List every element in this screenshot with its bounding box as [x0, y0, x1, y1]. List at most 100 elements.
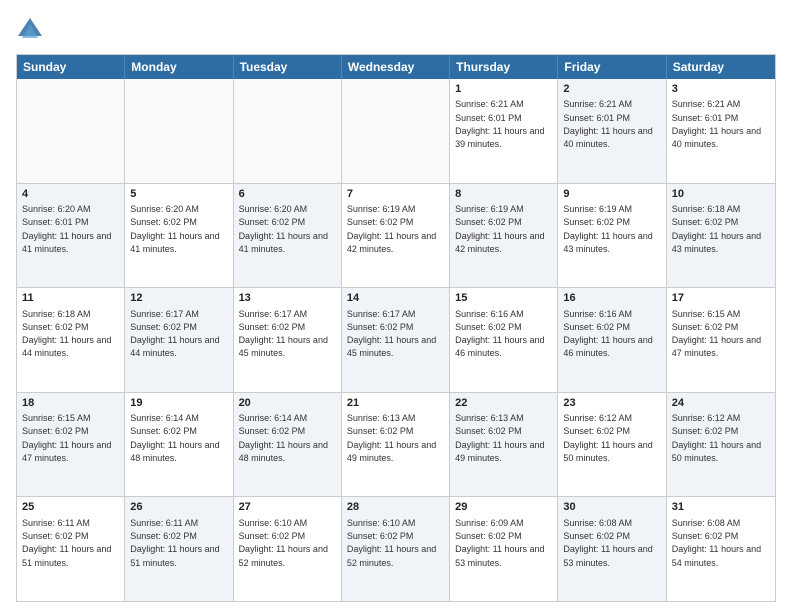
day-number: 14 — [347, 291, 444, 306]
cal-cell-0-2 — [234, 79, 342, 183]
cal-cell-3-4: 22 Sunrise: 6:13 AM Sunset: 6:02 PM Dayli… — [450, 393, 558, 497]
cell-info: Sunrise: 6:15 AM Sunset: 6:02 PM Dayligh… — [22, 413, 111, 463]
calendar: SundayMondayTuesdayWednesdayThursdayFrid… — [16, 54, 776, 602]
cell-info: Sunrise: 6:21 AM Sunset: 6:01 PM Dayligh… — [455, 99, 544, 149]
day-number: 24 — [672, 396, 770, 411]
cell-info: Sunrise: 6:21 AM Sunset: 6:01 PM Dayligh… — [563, 99, 652, 149]
cell-info: Sunrise: 6:13 AM Sunset: 6:02 PM Dayligh… — [455, 413, 544, 463]
cal-cell-1-4: 8 Sunrise: 6:19 AM Sunset: 6:02 PM Daylig… — [450, 184, 558, 288]
calendar-header: SundayMondayTuesdayWednesdayThursdayFrid… — [17, 55, 775, 79]
cal-cell-1-1: 5 Sunrise: 6:20 AM Sunset: 6:02 PM Daylig… — [125, 184, 233, 288]
cal-cell-1-5: 9 Sunrise: 6:19 AM Sunset: 6:02 PM Daylig… — [558, 184, 666, 288]
cal-cell-4-1: 26 Sunrise: 6:11 AM Sunset: 6:02 PM Dayli… — [125, 497, 233, 601]
cal-cell-3-3: 21Sunrise: 6:13 AM Sunset: 6:02 PM Dayli… — [342, 393, 450, 497]
day-number: 20 — [239, 396, 336, 411]
cell-info: Sunrise: 6:12 AM Sunset: 6:02 PM Dayligh… — [672, 413, 761, 463]
cal-cell-2-0: 11Sunrise: 6:18 AM Sunset: 6:02 PM Dayli… — [17, 288, 125, 392]
cal-cell-1-0: 4 Sunrise: 6:20 AM Sunset: 6:01 PM Daylig… — [17, 184, 125, 288]
cal-cell-0-4: 1 Sunrise: 6:21 AM Sunset: 6:01 PM Daylig… — [450, 79, 558, 183]
cal-cell-2-1: 12 Sunrise: 6:17 AM Sunset: 6:02 PM Dayli… — [125, 288, 233, 392]
day-number: 27 — [239, 500, 336, 515]
calendar-body: 1 Sunrise: 6:21 AM Sunset: 6:01 PM Daylig… — [17, 79, 775, 601]
cell-info: Sunrise: 6:16 AM Sunset: 6:02 PM Dayligh… — [455, 309, 544, 359]
header-day-tuesday: Tuesday — [234, 55, 342, 79]
day-number: 13 — [239, 291, 336, 306]
cell-info: Sunrise: 6:19 AM Sunset: 6:02 PM Dayligh… — [455, 204, 544, 254]
cell-info: Sunrise: 6:17 AM Sunset: 6:02 PM Dayligh… — [347, 309, 436, 359]
cal-cell-1-6: 10 Sunrise: 6:18 AM Sunset: 6:02 PM Dayli… — [667, 184, 775, 288]
cell-info: Sunrise: 6:20 AM Sunset: 6:02 PM Dayligh… — [239, 204, 328, 254]
logo-icon — [16, 16, 44, 44]
cal-cell-0-3 — [342, 79, 450, 183]
cell-info: Sunrise: 6:12 AM Sunset: 6:02 PM Dayligh… — [563, 413, 652, 463]
day-number: 2 — [563, 82, 660, 97]
cell-info: Sunrise: 6:10 AM Sunset: 6:02 PM Dayligh… — [347, 518, 436, 568]
header-day-monday: Monday — [125, 55, 233, 79]
cal-cell-4-5: 30 Sunrise: 6:08 AM Sunset: 6:02 PM Dayli… — [558, 497, 666, 601]
day-number: 23 — [563, 396, 660, 411]
cell-info: Sunrise: 6:15 AM Sunset: 6:02 PM Dayligh… — [672, 309, 761, 359]
cal-cell-0-0 — [17, 79, 125, 183]
header-day-friday: Friday — [558, 55, 666, 79]
day-number: 7 — [347, 187, 444, 202]
day-number: 19 — [130, 396, 227, 411]
cell-info: Sunrise: 6:21 AM Sunset: 6:01 PM Dayligh… — [672, 99, 761, 149]
day-number: 22 — [455, 396, 552, 411]
day-number: 25 — [22, 500, 119, 515]
cal-cell-3-6: 24 Sunrise: 6:12 AM Sunset: 6:02 PM Dayli… — [667, 393, 775, 497]
cell-info: Sunrise: 6:08 AM Sunset: 6:02 PM Dayligh… — [563, 518, 652, 568]
cal-cell-3-5: 23 Sunrise: 6:12 AM Sunset: 6:02 PM Dayli… — [558, 393, 666, 497]
cal-cell-1-3: 7 Sunrise: 6:19 AM Sunset: 6:02 PM Daylig… — [342, 184, 450, 288]
page: SundayMondayTuesdayWednesdayThursdayFrid… — [0, 0, 792, 612]
day-number: 3 — [672, 82, 770, 97]
cal-cell-4-4: 29Sunrise: 6:09 AM Sunset: 6:02 PM Dayli… — [450, 497, 558, 601]
cell-info: Sunrise: 6:14 AM Sunset: 6:02 PM Dayligh… — [130, 413, 219, 463]
cell-info: Sunrise: 6:17 AM Sunset: 6:02 PM Dayligh… — [130, 309, 219, 359]
day-number: 31 — [672, 500, 770, 515]
header-day-wednesday: Wednesday — [342, 55, 450, 79]
cal-cell-3-0: 18 Sunrise: 6:15 AM Sunset: 6:02 PM Dayli… — [17, 393, 125, 497]
day-number: 10 — [672, 187, 770, 202]
cal-cell-3-1: 19 Sunrise: 6:14 AM Sunset: 6:02 PM Dayli… — [125, 393, 233, 497]
cell-info: Sunrise: 6:20 AM Sunset: 6:02 PM Dayligh… — [130, 204, 219, 254]
day-number: 26 — [130, 500, 227, 515]
cal-cell-2-4: 15 Sunrise: 6:16 AM Sunset: 6:02 PM Dayli… — [450, 288, 558, 392]
day-number: 28 — [347, 500, 444, 515]
day-number: 9 — [563, 187, 660, 202]
cell-info: Sunrise: 6:08 AM Sunset: 6:02 PM Dayligh… — [672, 518, 761, 568]
cal-cell-0-5: 2 Sunrise: 6:21 AM Sunset: 6:01 PM Daylig… — [558, 79, 666, 183]
logo — [16, 16, 48, 44]
cal-cell-3-2: 20 Sunrise: 6:14 AM Sunset: 6:02 PM Dayli… — [234, 393, 342, 497]
cell-info: Sunrise: 6:16 AM Sunset: 6:02 PM Dayligh… — [563, 309, 652, 359]
day-number: 11 — [22, 291, 119, 306]
day-number: 5 — [130, 187, 227, 202]
cal-cell-2-6: 17 Sunrise: 6:15 AM Sunset: 6:02 PM Dayli… — [667, 288, 775, 392]
cell-info: Sunrise: 6:17 AM Sunset: 6:02 PM Dayligh… — [239, 309, 328, 359]
cell-info: Sunrise: 6:19 AM Sunset: 6:02 PM Dayligh… — [347, 204, 436, 254]
day-number: 30 — [563, 500, 660, 515]
header-day-saturday: Saturday — [667, 55, 775, 79]
cell-info: Sunrise: 6:14 AM Sunset: 6:02 PM Dayligh… — [239, 413, 328, 463]
cell-info: Sunrise: 6:19 AM Sunset: 6:02 PM Dayligh… — [563, 204, 652, 254]
day-number: 16 — [563, 291, 660, 306]
day-number: 17 — [672, 291, 770, 306]
cell-info: Sunrise: 6:18 AM Sunset: 6:02 PM Dayligh… — [672, 204, 761, 254]
cal-cell-4-6: 31 Sunrise: 6:08 AM Sunset: 6:02 PM Dayli… — [667, 497, 775, 601]
cell-info: Sunrise: 6:20 AM Sunset: 6:01 PM Dayligh… — [22, 204, 111, 254]
day-number: 4 — [22, 187, 119, 202]
day-number: 8 — [455, 187, 552, 202]
week-row-2: 11Sunrise: 6:18 AM Sunset: 6:02 PM Dayli… — [17, 287, 775, 392]
day-number: 1 — [455, 82, 552, 97]
day-number: 18 — [22, 396, 119, 411]
day-number: 15 — [455, 291, 552, 306]
week-row-1: 4 Sunrise: 6:20 AM Sunset: 6:01 PM Daylig… — [17, 183, 775, 288]
header-day-thursday: Thursday — [450, 55, 558, 79]
cal-cell-2-3: 14 Sunrise: 6:17 AM Sunset: 6:02 PM Dayli… — [342, 288, 450, 392]
day-number: 6 — [239, 187, 336, 202]
cell-info: Sunrise: 6:11 AM Sunset: 6:02 PM Dayligh… — [130, 518, 219, 568]
day-number: 21 — [347, 396, 444, 411]
cal-cell-0-1 — [125, 79, 233, 183]
day-number: 12 — [130, 291, 227, 306]
day-number: 29 — [455, 500, 552, 515]
week-row-4: 25 Sunrise: 6:11 AM Sunset: 6:02 PM Dayli… — [17, 496, 775, 601]
